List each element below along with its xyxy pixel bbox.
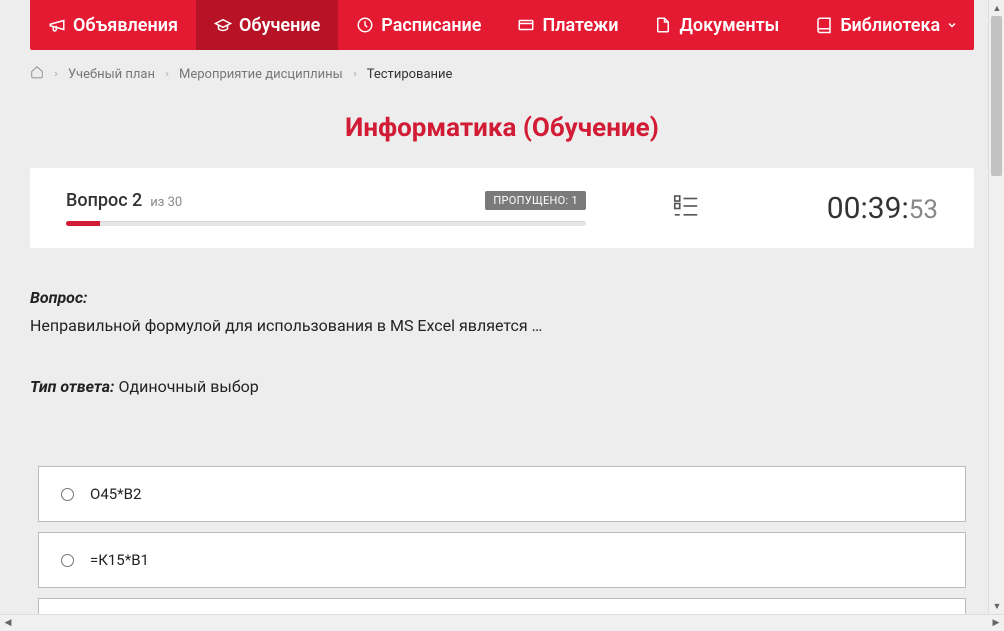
answer-radio[interactable] xyxy=(61,554,74,567)
nav-item-education[interactable]: Обучение xyxy=(196,0,338,50)
navbar: Объявления Обучение Расписание Платежи Д… xyxy=(30,0,974,50)
horizontal-scrollbar[interactable]: ◀ ▶ xyxy=(0,614,1004,630)
payment-icon xyxy=(517,16,535,34)
question-label: Вопрос: xyxy=(30,288,974,307)
nav-label: Документы xyxy=(679,15,779,36)
breadcrumb-item[interactable]: Мероприятие дисциплины xyxy=(179,67,343,82)
status-bar: Вопрос 2 из 30 ПРОПУЩЕНО: 1 00:39:53 xyxy=(30,168,974,248)
chevron-right-icon xyxy=(351,69,359,79)
skipped-badge: ПРОПУЩЕНО: 1 xyxy=(485,191,586,210)
page-title: Информатика (Обучение) xyxy=(30,113,974,143)
education-icon xyxy=(214,16,232,34)
nav-label: Обучение xyxy=(239,15,320,36)
scroll-up-icon[interactable]: ▲ xyxy=(989,0,1004,16)
timer-main: 00:39: xyxy=(827,191,909,226)
scroll-right-icon[interactable]: ▶ xyxy=(988,615,1004,631)
clock-icon xyxy=(356,16,374,34)
question-text: Неправильной формулой для использования … xyxy=(30,315,974,337)
nav-item-schedule[interactable]: Расписание xyxy=(338,0,499,50)
breadcrumb-item[interactable]: Учебный план xyxy=(68,67,155,82)
progress-fill xyxy=(66,221,100,226)
answer-option[interactable]: =К15*В1 xyxy=(38,532,966,588)
nav-item-payments[interactable]: Платежи xyxy=(499,0,636,50)
question-number: Вопрос 2 xyxy=(66,190,142,211)
nav-label: Платежи xyxy=(542,15,618,36)
answers-list: О45*В2 =К15*В1 =А12-В4 xyxy=(30,466,974,614)
answer-type-value: Одиночный выбор xyxy=(118,377,258,396)
nav-label: Расписание xyxy=(381,15,481,36)
nav-label: Объявления xyxy=(73,15,178,36)
chevron-right-icon xyxy=(163,69,171,79)
answer-option[interactable]: =А12-В4 xyxy=(38,598,966,614)
answer-type-label: Тип ответа: xyxy=(30,377,114,396)
question-total: из 30 xyxy=(150,195,182,210)
vertical-scrollbar[interactable]: ▲ ▼ xyxy=(988,0,1004,614)
scroll-down-icon[interactable]: ▼ xyxy=(989,598,1004,614)
home-icon[interactable] xyxy=(30,65,44,83)
document-icon xyxy=(654,16,672,34)
answer-text: =К15*В1 xyxy=(90,551,149,569)
answer-radio[interactable] xyxy=(61,488,74,501)
answer-text: О45*В2 xyxy=(90,485,141,503)
answer-option[interactable]: О45*В2 xyxy=(38,466,966,522)
breadcrumb: Учебный план Мероприятие дисциплины Тест… xyxy=(30,50,974,98)
chevron-right-icon xyxy=(52,69,60,79)
breadcrumb-current: Тестирование xyxy=(367,67,453,82)
book-icon xyxy=(815,16,833,34)
nav-label: Библиотека xyxy=(840,15,940,36)
timer-seconds: 53 xyxy=(909,195,938,225)
megaphone-icon xyxy=(48,16,66,34)
question-list-button[interactable] xyxy=(671,191,701,225)
nav-item-documents[interactable]: Документы xyxy=(636,0,797,50)
chevron-down-icon xyxy=(946,15,958,36)
scroll-track[interactable] xyxy=(989,16,1004,598)
progress-bar xyxy=(66,221,586,226)
timer: 00:39:53 xyxy=(827,191,938,226)
scroll-thumb[interactable] xyxy=(991,16,1002,176)
nav-item-announcements[interactable]: Объявления xyxy=(30,0,196,50)
scroll-left-icon[interactable]: ◀ xyxy=(0,615,16,631)
question-block: Вопрос: Неправильной формулой для исполь… xyxy=(30,248,974,416)
nav-item-library[interactable]: Библиотека xyxy=(797,0,976,50)
